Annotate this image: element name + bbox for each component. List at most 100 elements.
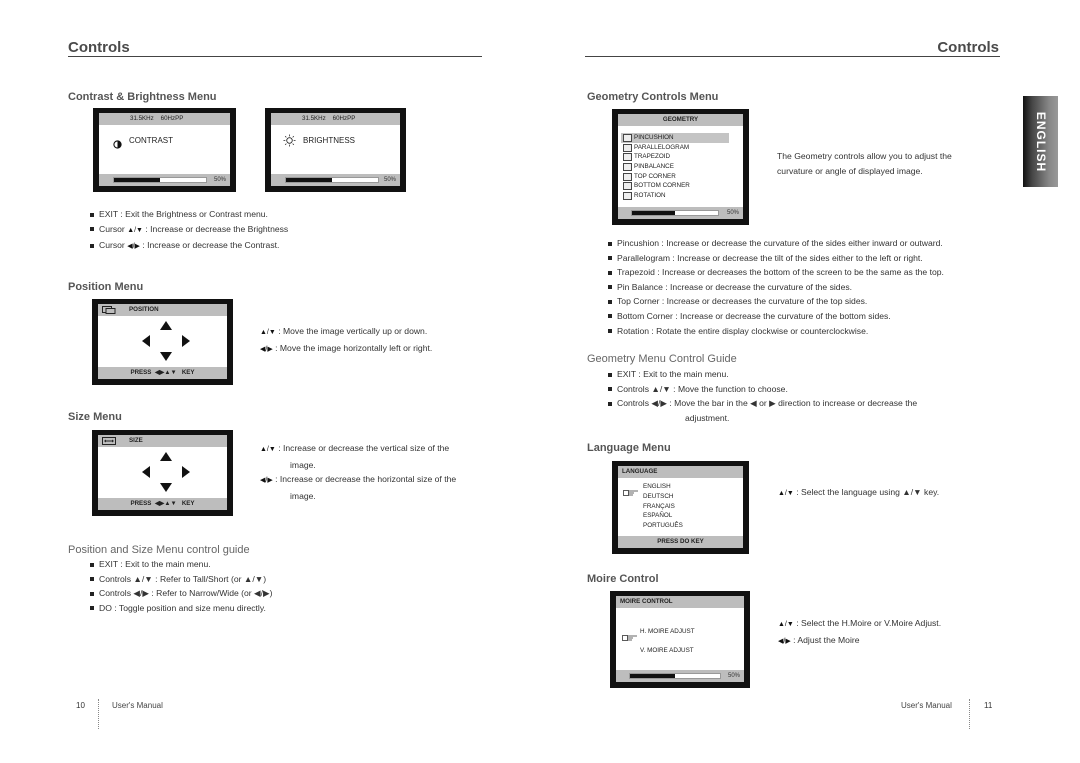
- geometry-slider[interactable]: [631, 210, 719, 216]
- direction-arrows-icon: [142, 321, 190, 361]
- key-label: KEY: [181, 369, 195, 376]
- up-down-arrows-icon: ▲/▼: [778, 621, 794, 628]
- geometry-value: 50%: [726, 210, 739, 216]
- moire-osd: MOIRE CONTROL H. MOIRE ADJUST V. MOIRE A…: [610, 591, 750, 688]
- desc-text: : Increase or decrease the vertical size…: [275, 443, 450, 453]
- pointing-hand-icon: [622, 629, 638, 647]
- size-menu-title: Size Menu: [68, 411, 122, 423]
- moire-osd-header: MOIRE CONTROL: [616, 596, 744, 608]
- moire-slider-fill: [630, 674, 675, 678]
- brightness-value: 50%: [383, 177, 396, 183]
- desc-text: : Move the image horizontally left or ri…: [272, 342, 433, 353]
- position-osd-title: POSITION: [129, 306, 159, 313]
- contrast-label: CONTRAST: [129, 136, 173, 145]
- language-osd-header: LANGUAGE: [618, 466, 743, 478]
- left-page-number: 10: [76, 701, 85, 710]
- size-icon: [102, 437, 116, 450]
- desc-row: ▲/▼ : Select the language using ▲/▼ key.: [778, 485, 939, 502]
- moire-item-v[interactable]: V. MOIRE ADJUST: [640, 647, 694, 654]
- item-label: PINBALANCE: [634, 163, 674, 171]
- bullet-item: DO : Toggle position and size menu direc…: [90, 601, 273, 616]
- geometry-item-trapezoid[interactable]: TRAPEZOID: [621, 152, 729, 162]
- frequency-hz: 60Hz: [332, 115, 348, 122]
- desc-text: : Increase or decrease the horizontal si…: [272, 474, 457, 485]
- desc-row: ▲/▼ : Increase or decrease the vertical …: [260, 441, 456, 458]
- desc-row: ◀/▶ : Adjust the Moire: [778, 633, 941, 650]
- geometry-item-top-corner[interactable]: TOP CORNER: [621, 172, 729, 182]
- language-item-english[interactable]: ENGLISH: [643, 482, 683, 492]
- bullet-item: Controls ▲/▼ : Refer to Tall/Short (or ▲…: [90, 572, 273, 587]
- left-page-title: Controls: [68, 39, 130, 56]
- left-footer-label: User's Manual: [112, 701, 163, 710]
- rotation-icon: [623, 192, 632, 201]
- moire-slider[interactable]: [629, 673, 721, 679]
- language-osd: LANGUAGE ENGLISH DEUTSCH FRANÇAIS ESPAÑO…: [612, 461, 749, 554]
- desc-row: ▲/▼ : Select the H.Moire or V.Moire Adju…: [778, 616, 941, 633]
- bullet-item: Cursor ◀/▶ : Increase or decrease the Co…: [90, 238, 288, 255]
- contrast-slider[interactable]: [113, 177, 207, 183]
- position-osd-footer: PRESS ◀▶▲▼ KEY: [98, 367, 227, 379]
- geometry-menu-list: PINCUSHION PARALLELOGRAM TRAPEZOID PINBA…: [621, 133, 729, 201]
- size-osd: SIZE PRESS ◀▶▲▼ KEY: [92, 430, 233, 516]
- bullet-item: EXIT : Exit the Brightness or Contrast m…: [90, 207, 288, 222]
- geometry-item-parallelogram[interactable]: PARALLELOGRAM: [621, 143, 729, 153]
- geometry-guide-bullets: EXIT : Exit to the main menu. Controls ▲…: [608, 367, 917, 411]
- brightness-slider[interactable]: [285, 177, 379, 183]
- position-osd: POSITION PRESS ◀▶▲▼ KEY: [92, 299, 233, 385]
- bullet-text: EXIT : Exit the Brightness or Contrast m…: [99, 209, 268, 219]
- contrast-osd: 31.5KHz 60HzPP CONTRAST 50%: [93, 108, 236, 192]
- position-size-guide-bullets: EXIT : Exit to the main menu. Controls ▲…: [90, 557, 273, 615]
- language-item-francais[interactable]: FRANÇAIS: [643, 502, 683, 512]
- language-item-portugues[interactable]: PORTUGUÊS: [643, 521, 683, 531]
- up-down-arrows-icon: ▲/▼: [260, 446, 276, 453]
- brightness-osd: 31.5KHz 60HzPP BRIGHTNESS 50%: [265, 108, 406, 192]
- contrast-brightness-bullets: EXIT : Exit the Brightness or Contrast m…: [90, 207, 288, 255]
- moire-desc: ▲/▼ : Select the H.Moire or V.Moire Adju…: [778, 616, 941, 649]
- desc-continuation: image.: [290, 459, 316, 470]
- language-item-espanol[interactable]: ESPAÑOL: [643, 511, 683, 521]
- size-osd-footer: PRESS ◀▶▲▼ KEY: [98, 498, 227, 510]
- frequency-khz: 31.5KHz: [130, 115, 154, 122]
- press-label: PRESS: [130, 500, 152, 507]
- bullet-item: EXIT : Exit to the main menu.: [90, 557, 273, 572]
- pincushion-icon: [623, 134, 632, 142]
- geometry-item-rotation[interactable]: ROTATION: [621, 191, 729, 201]
- bullet-item: Pin Balance : Increase or decrease the c…: [608, 280, 944, 295]
- up-down-arrows-icon: ▲/▼: [778, 490, 794, 497]
- item-label: TOP CORNER: [634, 172, 676, 180]
- language-item-deutsch[interactable]: DEUTSCH: [643, 492, 683, 502]
- moire-item-h[interactable]: H. MOIRE ADJUST: [640, 628, 695, 635]
- desc-row: ▲/▼ : Move the image vertically up or do…: [260, 324, 432, 341]
- geometry-osd-header: GEOMETRY: [618, 114, 743, 126]
- bullet-item: Controls ◀/▶ : Move the bar in the ◀ or …: [608, 396, 917, 411]
- bullet-item: Trapezoid : Increase or decreases the bo…: [608, 265, 944, 280]
- arrow-keys-icon: ◀▶▲▼: [154, 369, 177, 376]
- right-footer-label: User's Manual: [901, 701, 952, 710]
- frequency-khz: 31.5KHz: [302, 115, 326, 122]
- geometry-item-pinbalance[interactable]: PINBALANCE: [621, 162, 729, 172]
- desc-text: : Adjust the Moire: [790, 634, 860, 645]
- language-tab: ENGLISH: [1023, 96, 1058, 187]
- parallelogram-icon: [623, 143, 632, 152]
- desc-row: ◀/▶ : Increase or decrease the horizonta…: [260, 472, 456, 489]
- left-title-rule: [68, 56, 482, 57]
- size-osd-title: SIZE: [129, 437, 143, 444]
- position-icon: [102, 306, 116, 319]
- bullet-prefix: Cursor: [99, 223, 128, 234]
- right-page-number: 11: [984, 701, 993, 710]
- item-label: BOTTOM CORNER: [634, 182, 690, 190]
- up-down-arrows-icon: ▲/▼: [260, 329, 276, 336]
- top-corner-icon: [623, 172, 632, 181]
- pointing-hand-icon: [623, 484, 639, 502]
- left-right-arrows-icon: ◀/▶: [778, 637, 791, 645]
- language-osd-footer: PRESS DO KEY: [618, 536, 743, 548]
- brightness-slider-fill: [286, 178, 332, 182]
- position-desc: ▲/▼ : Move the image vertically up or do…: [260, 324, 432, 357]
- osd-signal-info: 31.5KHz 60HzPP: [271, 113, 400, 125]
- geometry-item-bottom-corner[interactable]: BOTTOM CORNER: [621, 181, 729, 191]
- brightness-label: BRIGHTNESS: [303, 136, 356, 145]
- geometry-guide-title: Geometry Menu Control Guide: [587, 353, 737, 365]
- geometry-item-pincushion[interactable]: PINCUSHION: [621, 133, 729, 143]
- bullet-item: Rotation : Rotate the entire display clo…: [608, 324, 944, 339]
- left-right-arrows-icon: ◀/▶: [260, 345, 273, 353]
